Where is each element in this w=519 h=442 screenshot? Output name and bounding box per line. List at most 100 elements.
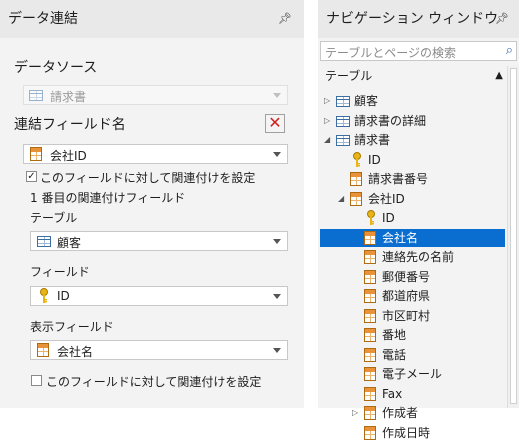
table-combo[interactable]: 顧客 bbox=[30, 231, 288, 251]
field-icon bbox=[364, 406, 376, 420]
display-field-label: 表示フィールド bbox=[30, 320, 114, 334]
data-source-label: データソース bbox=[14, 60, 98, 76]
tree-item[interactable]: 郵便番号 bbox=[320, 268, 505, 286]
field-icon bbox=[364, 367, 376, 381]
tree-item[interactable]: 電話 bbox=[320, 346, 505, 364]
scrollbar-thumb[interactable] bbox=[510, 68, 517, 404]
tree-item[interactable]: 請求書番号 bbox=[320, 170, 505, 188]
set-relation-label-2: このフィールドに対して関連付けを設定 bbox=[46, 375, 262, 389]
tree-item-label: 郵便番号 bbox=[382, 269, 431, 284]
field-icon bbox=[364, 386, 376, 401]
tree-item-label: 会社名 bbox=[382, 230, 419, 245]
field-icon bbox=[364, 269, 376, 284]
field-icon bbox=[364, 347, 376, 362]
chevron-down-icon bbox=[273, 152, 281, 157]
field-icon bbox=[364, 308, 376, 323]
key-icon bbox=[353, 151, 361, 167]
link-field-combo[interactable]: 会社ID bbox=[23, 144, 288, 164]
table-icon bbox=[336, 115, 350, 127]
tree-item-label: 都道府県 bbox=[382, 289, 431, 303]
chevron-down-icon bbox=[273, 93, 281, 98]
set-relation-checkbox[interactable]: ✓ bbox=[26, 171, 37, 182]
data-source-combo: 請求書 bbox=[23, 85, 288, 105]
table-icon bbox=[29, 90, 43, 101]
tree-item[interactable]: 作成日時 bbox=[320, 424, 505, 442]
display-field-combo[interactable]: 会社名 bbox=[30, 340, 288, 360]
tree-header[interactable]: テーブル ▲ bbox=[320, 66, 505, 86]
expand-icon[interactable]: ◢ bbox=[324, 131, 330, 149]
tree-item[interactable]: ID bbox=[320, 209, 505, 227]
first-relation-label: 1 番目の関連付けフィールド bbox=[30, 191, 186, 205]
field-combo[interactable]: ID bbox=[30, 286, 288, 306]
field-icon bbox=[364, 230, 376, 245]
search-icon[interactable]: ⌕ bbox=[506, 43, 513, 58]
tree-item[interactable]: ◢ 会社ID bbox=[320, 190, 505, 208]
tree-item-label: 請求書の詳細 bbox=[354, 113, 427, 128]
pane-title: データ連結 bbox=[8, 11, 78, 27]
tree-item[interactable]: 市区町村 bbox=[320, 307, 505, 325]
table-value: 顧客 bbox=[57, 236, 82, 250]
tree-item-label: 連絡先の名前 bbox=[382, 250, 455, 264]
tree-item-label: 会社ID bbox=[368, 191, 405, 206]
tree-item[interactable]: Fax bbox=[320, 385, 505, 403]
tree-item-label: 電子メール bbox=[382, 367, 443, 381]
tree-item[interactable]: 番地 bbox=[320, 326, 505, 344]
table-icon bbox=[336, 135, 350, 146]
tree-item-label: 請求書 bbox=[354, 133, 391, 147]
chevron-down-icon bbox=[273, 348, 281, 353]
tree-item[interactable]: 都道府県 bbox=[320, 287, 505, 305]
pane-header: ナビゲーション ウィンドウ 📌︎ bbox=[318, 0, 519, 38]
expand-icon[interactable]: ▷ bbox=[324, 112, 330, 130]
chevron-down-icon bbox=[273, 294, 281, 299]
tree-item-label: 請求書番号 bbox=[368, 172, 429, 186]
tree-item-label: 番地 bbox=[382, 328, 407, 342]
tree-item[interactable]: 電子メール bbox=[320, 365, 505, 383]
table-label: テーブル bbox=[30, 211, 78, 225]
tree-item[interactable]: ▷ 顧客 bbox=[320, 92, 505, 110]
tree-item[interactable]: 会社名 bbox=[320, 228, 505, 247]
navigation-pane: ナビゲーション ウィンドウ 📌︎ テーブルとページの検索 ⌕ テーブル ▲ ▷ 顧… bbox=[318, 0, 519, 440]
tree-item[interactable]: ▷ 請求書の詳細 bbox=[320, 112, 505, 130]
set-relation-label: このフィールドに対して関連付けを設定 bbox=[40, 171, 256, 185]
data-link-pane: データ連結 📌︎ データソース 請求書 連結フィールド名 ✕ 会社ID ✓ この… bbox=[0, 0, 304, 408]
key-icon bbox=[367, 210, 375, 225]
tree-item[interactable]: ID bbox=[320, 151, 505, 169]
key-icon bbox=[40, 288, 48, 303]
tree-item-label: 市区町村 bbox=[382, 308, 431, 323]
field-icon bbox=[37, 343, 49, 357]
table-icon bbox=[336, 96, 350, 107]
pane-header: データ連結 📌︎ bbox=[0, 0, 304, 38]
link-field-value: 会社ID bbox=[50, 149, 87, 163]
display-field-value: 会社名 bbox=[57, 345, 94, 359]
field-value: ID bbox=[57, 289, 70, 303]
field-icon bbox=[350, 172, 362, 186]
set-relation-checkbox-2[interactable] bbox=[31, 375, 42, 386]
expand-icon[interactable]: ▷ bbox=[324, 92, 330, 110]
tree-item[interactable]: ◢ 請求書 bbox=[320, 131, 505, 149]
expand-icon[interactable]: ◢ bbox=[338, 190, 344, 208]
pin-icon[interactable]: 📌︎ bbox=[278, 0, 292, 38]
tree-item-label: ID bbox=[368, 152, 381, 167]
pane-title: ナビゲーション ウィンドウ bbox=[326, 11, 499, 27]
tree-item[interactable]: 連絡先の名前 bbox=[320, 248, 505, 266]
tree-item-label: 作成者 bbox=[382, 406, 419, 420]
tree-item-label: 電話 bbox=[382, 347, 407, 362]
field-label: フィールド bbox=[30, 265, 90, 279]
tree-item-label: ID bbox=[382, 211, 395, 225]
tree-item-label: 作成日時 bbox=[382, 425, 431, 440]
pin-icon[interactable]: 📌︎ bbox=[495, 0, 509, 38]
field-icon bbox=[30, 147, 42, 161]
delete-button[interactable]: ✕ bbox=[265, 114, 285, 133]
search-input[interactable]: テーブルとページの検索 bbox=[325, 44, 456, 61]
expand-icon[interactable]: ▷ bbox=[352, 404, 358, 422]
tree-item-label: Fax bbox=[382, 386, 403, 401]
chevron-down-icon bbox=[273, 239, 281, 244]
tree-item[interactable]: ▷ 作成者 bbox=[320, 404, 505, 422]
search-box[interactable]: テーブルとページの検索 ⌕ bbox=[320, 41, 517, 61]
collapse-icon[interactable]: ▲ bbox=[495, 66, 503, 86]
link-field-label: 連結フィールド名 bbox=[14, 117, 126, 133]
table-icon bbox=[37, 236, 51, 247]
tree-item-label: 顧客 bbox=[354, 94, 379, 108]
scrollbar[interactable] bbox=[507, 66, 519, 408]
field-icon bbox=[364, 425, 376, 440]
